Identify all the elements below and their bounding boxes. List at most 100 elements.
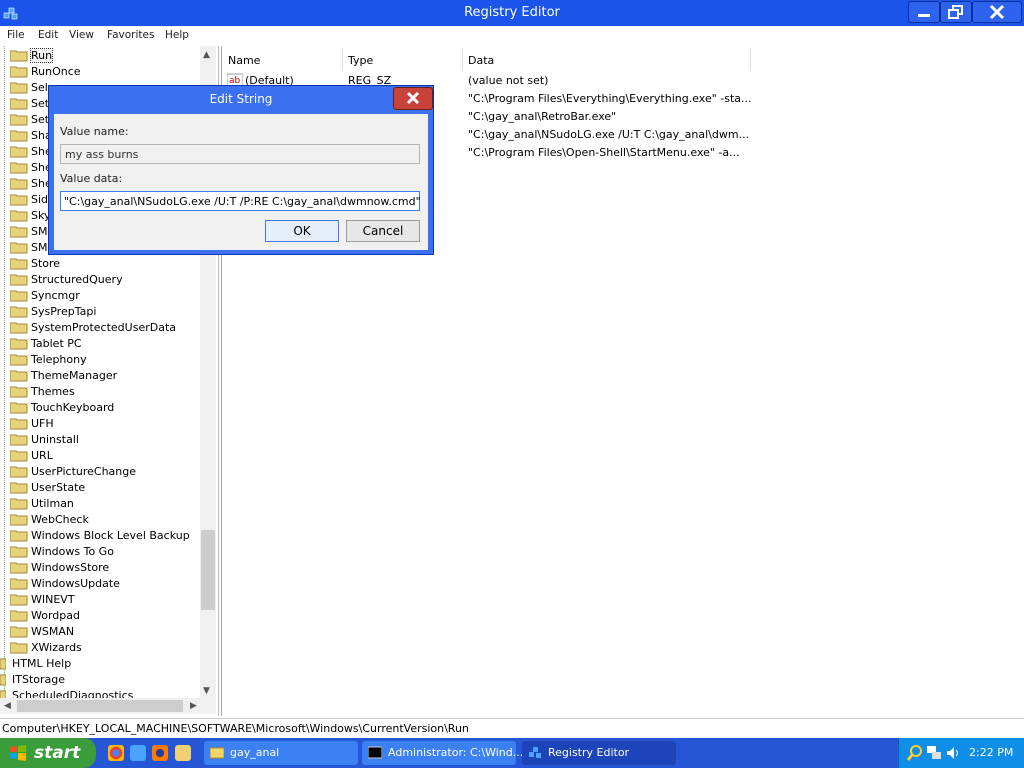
taskbar-button-gay-anal[interactable]: gay_anal [204,741,358,765]
value-data-input[interactable]: "C:\gay_anal\NSudoLG.exe /U:T /P:RE C:\g… [60,191,421,211]
folder-icon [9,178,28,190]
firefox-icon[interactable] [152,745,168,761]
tree-item-label: Tablet PC [31,337,82,350]
start-label: start [34,743,81,763]
column-header-type[interactable]: Type [342,48,463,70]
column-header-data[interactable]: Data [462,48,751,70]
taskbar: start gay_anal Administrator: C:\Wind...… [0,738,1024,768]
folder-icon [9,450,28,462]
search-icon[interactable] [907,745,923,761]
folder-icon [0,674,7,686]
tree-item-label: Sid [31,193,49,206]
folder-icon [9,626,28,638]
folder-icon [9,146,28,158]
tree-item-label: Windows To Go [31,545,114,558]
menu-view[interactable]: View [69,29,94,41]
folder-icon [9,258,28,270]
scroll-up-arrow-icon[interactable]: ▲ [203,50,210,60]
menu-help[interactable]: Help [165,29,189,41]
edit-string-dialog[interactable]: Edit String Value name: my ass burns Val… [48,85,434,255]
tree-item-label: UserPictureChange [31,465,137,478]
tree-horizontal-scroll-thumb[interactable] [17,700,183,712]
folder-icon [9,354,28,366]
tree-item-label: WindowsStore [31,561,110,574]
browser-icon[interactable] [130,745,146,761]
system-tray: 2:22 PM [898,738,1024,768]
tree-item-label: UserState [31,481,86,494]
tree-item-label: Run [29,48,54,63]
folder-icon [9,578,28,590]
status-path: Computer\HKEY_LOCAL_MACHINE\SOFTWARE\Mic… [2,722,469,735]
taskbar-button-registry-editor[interactable]: Registry Editor [522,741,676,765]
value-data-label: Value data: [60,172,123,185]
tree-item-label: SysPrepTapi [31,305,97,318]
dialog-body: Value name: my ass burns Value data: "C:… [54,114,428,250]
folder-icon [9,482,28,494]
tree-item-label: TouchKeyboard [31,401,115,414]
tree-item-label: UFH [31,417,54,430]
folder-icon [9,642,28,654]
folder-icon [9,498,28,510]
folder-icon [9,322,28,334]
folder-icon [9,546,28,558]
folder-icon [9,114,28,126]
folder-icon [210,747,224,759]
folder-icon [9,402,28,414]
close-button[interactable] [972,1,1022,23]
folder-icon [9,466,28,478]
tree-item-label: WSMAN [31,625,75,638]
tree-item-label: SystemProtectedUserData [31,321,176,334]
window-title: Registry Editor [464,5,560,20]
tree-item-label: RunOnce [31,65,81,78]
tree-vertical-scroll-thumb[interactable] [201,530,215,610]
folder-icon [9,274,28,286]
menu-favorites[interactable]: Favorites [107,29,154,41]
minimize-icon [918,14,930,17]
tree-item-label: Syncmgr [31,289,80,302]
tree-item-label: Set [31,97,50,110]
explorer-icon[interactable] [175,745,191,761]
folder-icon [9,194,28,206]
tree-item-label: WINEVT [31,593,75,606]
tree-item-label: Set [31,113,50,126]
folder-icon [9,82,28,94]
value-name-label: Value name: [60,125,129,138]
scroll-down-arrow-icon[interactable]: ▼ [203,686,210,696]
cancel-button[interactable]: Cancel [346,220,420,242]
minimize-button[interactable] [908,1,940,23]
tree-item-label: SM [31,241,48,254]
tree-item-label: HTML Help [12,657,72,670]
tree-item-label: Utilman [31,497,74,510]
tree-item-label: SM [31,225,48,238]
chrome-icon[interactable] [108,745,124,761]
ok-button[interactable]: OK [265,220,339,242]
dialog-close-button[interactable] [393,87,433,110]
tree-item-label: XWizards [31,641,82,654]
menu-file[interactable]: File [7,29,25,41]
title-bar[interactable]: Registry Editor [0,0,1024,26]
restore-icon [948,5,963,19]
folder-icon [9,242,28,254]
menu-edit[interactable]: Edit [38,29,58,41]
tree-item-label: URL [31,449,53,462]
column-header-name[interactable]: Name [222,48,343,70]
scroll-left-arrow-icon[interactable]: ◀ [4,701,11,711]
restore-button[interactable] [940,1,972,23]
close-icon [406,91,420,105]
taskbar-button-cmd[interactable]: Administrator: C:\Wind... [362,741,523,765]
start-button[interactable]: start [0,738,96,768]
volume-icon[interactable] [945,745,961,761]
folder-icon [9,386,28,398]
folder-icon [9,562,28,574]
folder-icon [9,66,28,78]
console-icon [368,746,382,759]
scroll-right-arrow-icon[interactable]: ▶ [190,701,197,711]
clock[interactable]: 2:22 PM [969,746,1013,759]
tree-item-label: StructuredQuery [31,273,123,286]
dialog-title: Edit String [209,92,273,106]
tree-item-label: Wordpad [31,609,80,622]
network-icon[interactable] [926,745,942,761]
tree-item-label: Sel [31,81,48,94]
tree-item-label: WindowsUpdate [31,577,120,590]
folder-icon [9,226,28,238]
